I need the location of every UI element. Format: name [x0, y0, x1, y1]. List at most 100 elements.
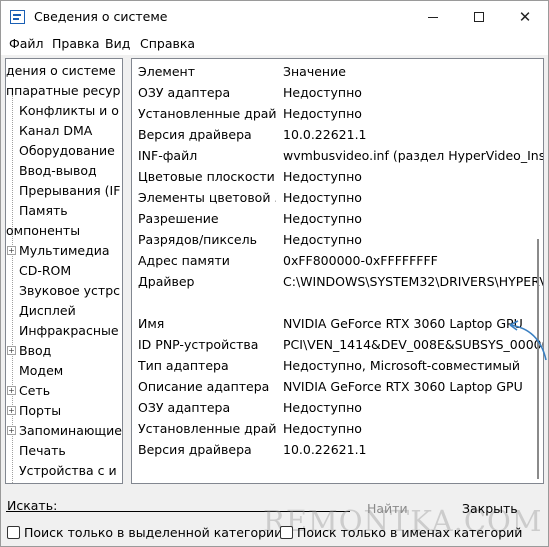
- list-row[interactable]: INF-файл wvmbusvideo.inf (раздел HyperVid…: [132, 145, 543, 166]
- menu-help[interactable]: Справка: [140, 36, 195, 51]
- list-row[interactable]: Цветовые плоскости Недоступно: [132, 166, 543, 187]
- details-list[interactable]: Элемент Значение ОЗУ адаптера Недоступно У…: [131, 58, 544, 484]
- tree-item[interactable]: CD-ROM: [19, 263, 71, 279]
- cell-value: Недоступно: [283, 190, 362, 205]
- checkbox-search-category-names[interactable]: Поиск только в именах категорий: [280, 525, 522, 540]
- cell-element: Адрес памяти: [138, 253, 230, 268]
- column-header-element[interactable]: Элемент: [138, 61, 276, 82]
- list-row[interactable]: ОЗУ адаптера Недоступно: [132, 397, 543, 418]
- list-row[interactable]: ID PNP-устройства PCI\VEN_1414&DEV_008E&S…: [132, 334, 543, 355]
- close-window-button[interactable]: ✕: [502, 1, 548, 33]
- checkbox-label: Поиск только в именах категорий: [297, 525, 523, 540]
- list-row[interactable]: Описание адаптера NVIDIA GeForce RTX 3060…: [132, 376, 543, 397]
- cell-value: 10.0.22621.1: [283, 442, 367, 457]
- cell-element: Драйвер: [138, 274, 195, 289]
- category-tree[interactable]: дения о системе ппаратные ресур Конфликты …: [5, 58, 123, 484]
- tree-item[interactable]: Печать: [19, 443, 66, 459]
- tree-item[interactable]: ппаратные ресур: [6, 83, 120, 99]
- cell-value: Недоступно: [283, 421, 362, 436]
- cell-element: Имя: [138, 316, 165, 331]
- cell-element: Элементы цветовой ...: [138, 190, 276, 205]
- tree-item[interactable]: дения о системе: [6, 63, 116, 79]
- checkbox-search-selected-category[interactable]: Поиск только в выделенной категории: [7, 525, 282, 540]
- menu-edit[interactable]: Правка: [52, 36, 100, 51]
- expand-icon[interactable]: +: [7, 386, 16, 395]
- list-row[interactable]: Элементы цветовой ... Недоступно: [132, 187, 543, 208]
- menu-bar: Файл Правка Вид Справка: [1, 33, 548, 55]
- cell-element: Описание адаптера: [138, 379, 270, 394]
- annotation-arrow-icon: [509, 320, 547, 361]
- menu-file[interactable]: Файл: [9, 36, 44, 51]
- cell-value: PCI\VEN_1414&DEV_008E&SUBSYS_000000: [283, 337, 544, 352]
- close-button[interactable]: Закрыть: [462, 501, 518, 516]
- maximize-icon: [474, 12, 484, 22]
- list-row[interactable]: Версия драйвера 10.0.22621.1: [132, 439, 543, 460]
- list-row[interactable]: Разрешение Недоступно: [132, 208, 543, 229]
- cell-value: wvmbusvideo.inf (раздел HyperVideo_Inst: [283, 148, 544, 163]
- tree-item[interactable]: Оборудование: [19, 143, 115, 159]
- list-row[interactable]: Разрядов/пиксель Недоступно: [132, 229, 543, 250]
- list-row[interactable]: Адрес памяти 0xFF800000-0xFFFFFFFF: [132, 250, 543, 271]
- expand-icon[interactable]: +: [7, 246, 16, 255]
- list-row[interactable]: Драйвер C:\WINDOWS\SYSTEM32\DRIVERS\HYPER…: [132, 271, 543, 292]
- window-title: Сведения о системе: [34, 9, 168, 24]
- list-row[interactable]: Установленные драй... Недоступно: [132, 103, 543, 124]
- tree-item[interactable]: Конфликты и о: [19, 103, 119, 119]
- cell-value: C:\WINDOWS\SYSTEM32\DRIVERS\HYPERV: [283, 274, 544, 289]
- list-row[interactable]: Тип адаптера Недоступно, Microsoft-совмес…: [132, 355, 543, 376]
- maximize-button[interactable]: [456, 1, 502, 33]
- tree-item[interactable]: омпоненты: [6, 223, 80, 239]
- find-button[interactable]: Найти: [367, 501, 408, 516]
- cell-element: ОЗУ адаптера: [138, 85, 231, 100]
- checkbox-label: Поиск только в выделенной категории: [24, 525, 283, 540]
- tree-item[interactable]: Мультимедиа: [19, 243, 110, 259]
- tree-item[interactable]: Устройства с и: [19, 463, 117, 479]
- cell-value: Недоступно, Microsoft-совместимый: [283, 358, 520, 373]
- tree-item[interactable]: Запоминающие: [19, 423, 122, 439]
- expand-icon[interactable]: +: [7, 346, 16, 355]
- close-icon: ✕: [518, 8, 532, 26]
- cell-element: ОЗУ адаптера: [138, 400, 231, 415]
- tree-item[interactable]: Ввод: [19, 343, 51, 359]
- cell-value: Недоступно: [283, 106, 362, 121]
- list-row[interactable]: ОЗУ адаптера Недоступно: [132, 82, 543, 103]
- tree-item[interactable]: Дисплей: [19, 303, 76, 319]
- list-row[interactable]: Версия драйвера 10.0.22621.1: [132, 124, 543, 145]
- tree-item[interactable]: Ввод-вывод: [19, 163, 97, 179]
- expand-icon[interactable]: +: [7, 406, 16, 415]
- expand-icon[interactable]: +: [7, 426, 16, 435]
- minimize-icon: [428, 16, 438, 18]
- checkbox-box[interactable]: [7, 526, 20, 539]
- cell-value: 10.0.22621.1: [283, 127, 367, 142]
- minimize-button[interactable]: [410, 1, 456, 33]
- checkbox-box[interactable]: [280, 526, 293, 539]
- cell-value: Недоступно: [283, 169, 362, 184]
- cell-element: Версия драйвера: [138, 442, 252, 457]
- tree-item[interactable]: Прерывания (IF: [19, 183, 120, 199]
- cell-element: Разрядов/пиксель: [138, 232, 257, 247]
- list-header[interactable]: Элемент Значение: [132, 61, 543, 82]
- cell-value: Недоступно: [283, 232, 362, 247]
- tree-item[interactable]: Сеть: [19, 383, 50, 399]
- menu-view[interactable]: Вид: [105, 36, 130, 51]
- list-row[interactable]: [132, 292, 543, 313]
- tree-item[interactable]: Инфракрасные: [19, 323, 119, 339]
- cell-element: ID PNP-устройства: [138, 337, 259, 352]
- cell-value: Недоступно: [283, 85, 362, 100]
- tree-item[interactable]: Канал DMA: [19, 123, 92, 139]
- cell-element: INF-файл: [138, 148, 198, 163]
- tree-item[interactable]: Модем: [19, 363, 63, 379]
- cell-element: Версия драйвера: [138, 127, 252, 142]
- tree-item[interactable]: Звуковое устрс: [19, 283, 120, 299]
- cell-value: Недоступно: [283, 400, 362, 415]
- cell-value: 0xFF800000-0xFFFFFFFF: [283, 253, 438, 268]
- title-bar[interactable]: Сведения о системе ✕: [1, 1, 548, 33]
- list-row[interactable]: Имя NVIDIA GeForce RTX 3060 Laptop GPU: [132, 313, 543, 334]
- cell-element: Установленные драй...: [138, 421, 276, 436]
- tree-item[interactable]: Порты: [19, 403, 61, 419]
- cell-element: Разрешение: [138, 211, 219, 226]
- system-information-window: Сведения о системе ✕ Файл Правка Вид Спр…: [0, 0, 549, 547]
- list-row[interactable]: Установленные драй... Недоступно: [132, 418, 543, 439]
- column-header-value[interactable]: Значение: [283, 61, 543, 82]
- tree-item[interactable]: Память: [19, 203, 68, 219]
